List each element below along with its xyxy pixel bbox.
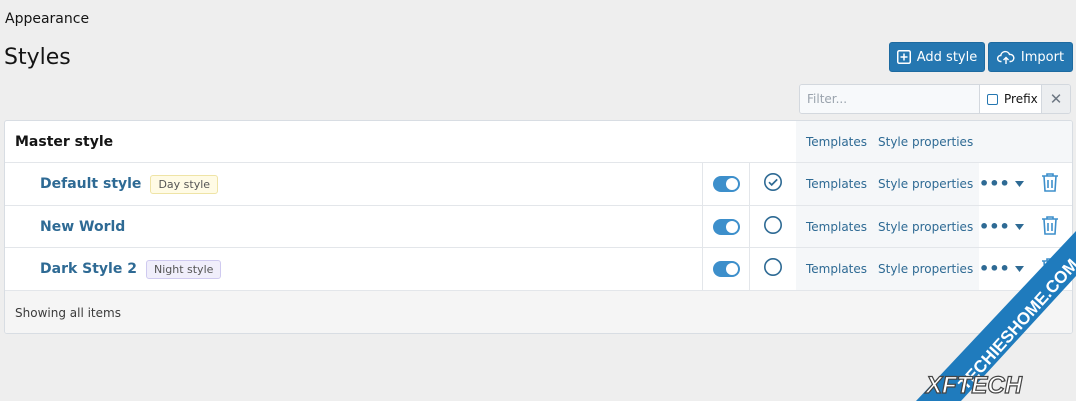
delete-icon[interactable] [1041,257,1059,281]
import-label: Import [1020,49,1065,65]
delete-icon[interactable] [1041,215,1059,239]
breadcrumb[interactable]: Appearance [5,11,89,27]
default-check-icon[interactable] [763,172,783,196]
templates-link[interactable]: Templates [806,177,867,191]
more-icon: ••• [979,259,1010,278]
more-menu-button[interactable]: ••• [979,216,1024,236]
close-icon: ✕ [1049,90,1063,108]
style-title[interactable]: New World [40,219,125,235]
showing-all-items-text: Showing all items [15,306,121,320]
import-button[interactable]: Import [988,42,1073,72]
page-title: Styles [4,45,71,70]
list-item: Dark Style 2 Night style Templates Style… [5,248,1072,291]
style-properties-link[interactable]: Style properties [878,220,973,234]
style-properties-link[interactable]: Style properties [878,262,973,276]
filter-input[interactable] [800,85,980,113]
styles-list: Master style Templates Style properties … [4,120,1073,334]
caret-down-icon [1014,223,1024,230]
night-style-badge: Night style [145,259,222,279]
style-title[interactable]: Dark Style 2 [40,261,137,277]
filter-bar: Prefix ✕ [799,84,1071,114]
delete-icon[interactable] [1041,172,1059,196]
watermark-text-2: XFTECH [924,372,1023,399]
more-menu-button[interactable]: ••• [979,261,1024,277]
more-icon: ••• [979,174,1010,193]
style-name-link[interactable]: Dark Style 2 Night style [40,259,222,279]
style-properties-link[interactable]: Style properties [878,177,973,191]
style-name-link[interactable]: Default style Day style [40,174,219,194]
add-style-label: Add style [916,49,978,65]
list-item-master: Master style Templates Style properties [5,121,1072,163]
enabled-toggle[interactable] [713,218,740,235]
checkbox-icon[interactable] [987,93,998,105]
default-radio-icon[interactable] [763,215,783,239]
day-style-badge: Day style [150,174,219,194]
list-item: New World Templates Style properties ••• [5,206,1072,248]
master-style-properties-link[interactable]: Style properties [878,135,973,149]
prefix-checkbox[interactable]: Prefix [980,85,1042,113]
default-radio-icon[interactable] [763,257,783,281]
style-title[interactable]: Default style [40,176,141,192]
templates-link[interactable]: Templates [806,220,867,234]
list-item: Default style Day style Templates Style … [5,163,1072,206]
style-name-link[interactable]: New World [40,219,125,235]
caret-down-icon [1014,181,1024,187]
master-style-name[interactable]: Master style [15,134,113,150]
clear-filter-button[interactable]: ✕ [1042,85,1070,113]
list-footer: Showing all items [5,291,1072,333]
more-icon: ••• [979,216,1010,236]
more-menu-button[interactable]: ••• [979,176,1024,192]
add-style-button[interactable]: Add style [889,42,985,72]
templates-link[interactable]: Templates [806,262,867,276]
upload-icon [996,50,1015,65]
caret-down-icon [1014,266,1024,272]
plus-square-icon [896,50,911,64]
prefix-label: Prefix [1004,92,1038,106]
master-templates-link[interactable]: Templates [806,135,867,149]
enabled-toggle[interactable] [713,176,740,192]
enabled-toggle[interactable] [713,261,740,277]
